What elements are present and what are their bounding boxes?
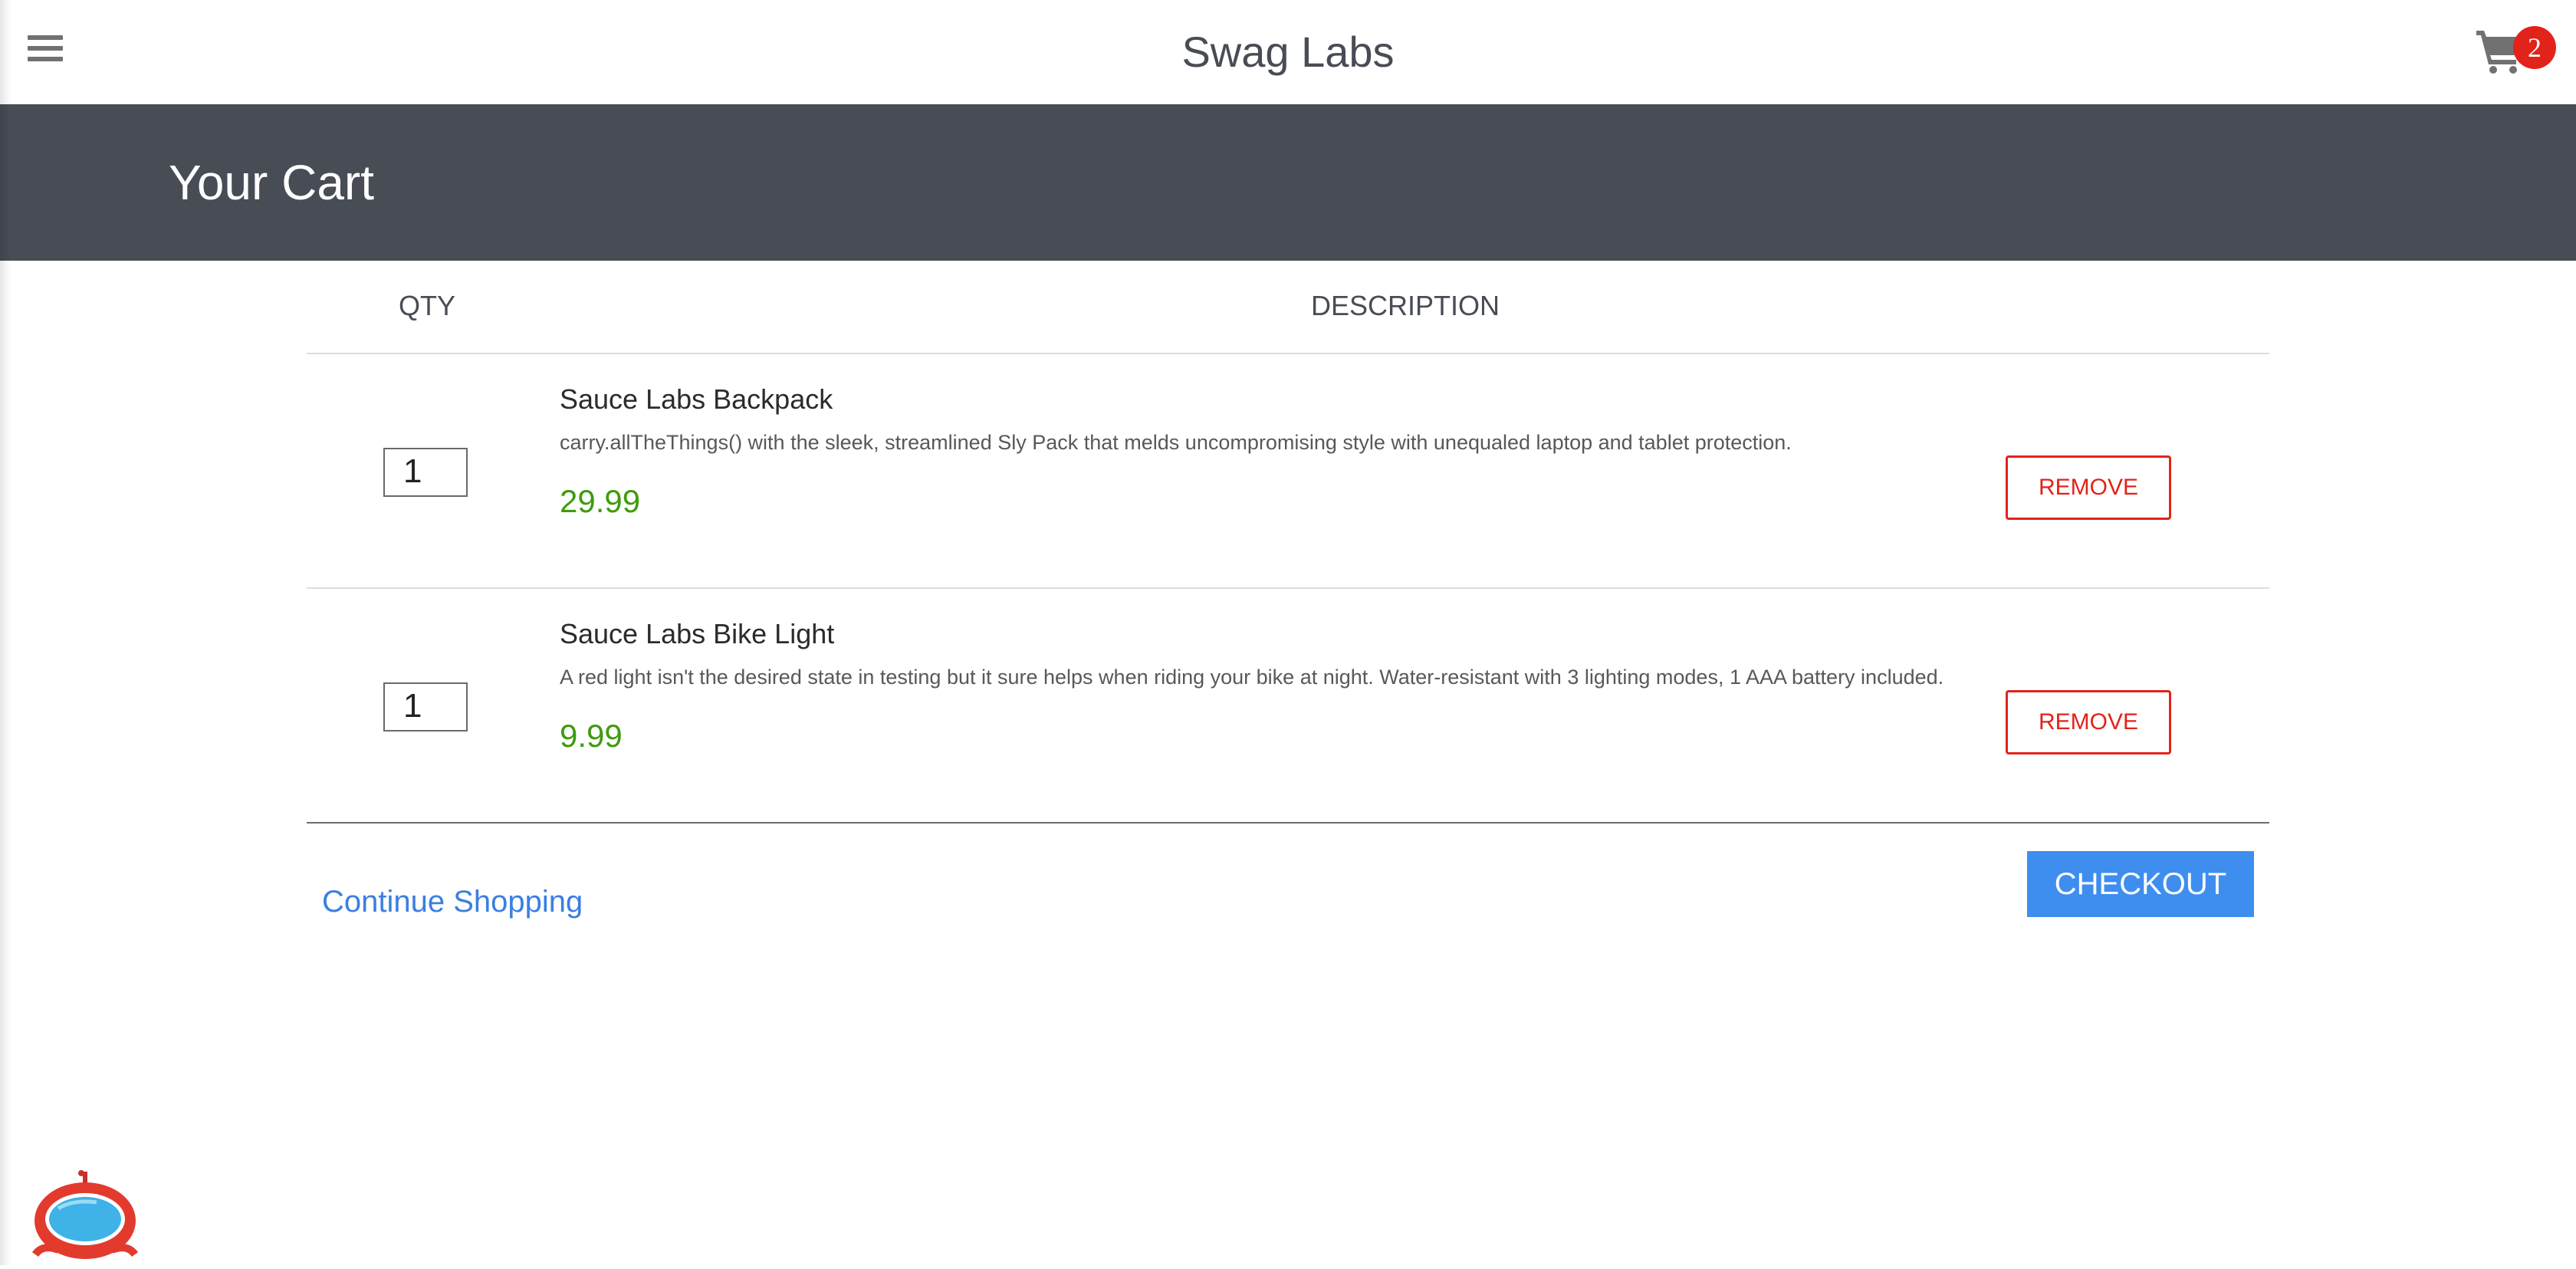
cart-badge: 2	[2513, 26, 2556, 69]
checkout-button[interactable]: CHECKOUT	[2027, 851, 2254, 917]
item-price: 9.99	[560, 718, 623, 754]
item-price: 29.99	[560, 483, 641, 519]
item-quantity: 1	[383, 448, 468, 497]
secondary-header: Your Cart	[0, 104, 2576, 261]
page-title: Your Cart	[169, 155, 374, 210]
cart-list: QTY DESCRIPTION 1 Sauce Labs Backpack ca…	[307, 261, 2269, 931]
description-column-label: DESCRIPTION	[1311, 290, 1500, 321]
page-edge-shadow	[0, 0, 11, 1265]
app-title: Swag Labs	[1181, 28, 1395, 76]
cart-item: 1 Sauce Labs Bike Light A red light isn'…	[307, 589, 2269, 824]
remove-button[interactable]: REMOVE	[2006, 455, 2171, 520]
item-description: A red light isn't the desired state in t…	[560, 666, 1944, 689]
continue-shopping-link[interactable]: Continue Shopping	[322, 885, 583, 919]
cart-list-header: QTY DESCRIPTION	[307, 261, 2269, 354]
item-name-link[interactable]: Sauce Labs Bike Light	[560, 618, 834, 650]
primary-header: Swag Labs 2	[0, 0, 2576, 104]
item-description: carry.allTheThings() with the sleek, str…	[560, 431, 1792, 454]
item-quantity: 1	[383, 682, 468, 731]
item-name-link[interactable]: Sauce Labs Backpack	[560, 383, 833, 416]
shopping-cart-link[interactable]: 2	[2475, 20, 2556, 81]
remove-button[interactable]: REMOVE	[2006, 690, 2171, 754]
robot-mascot-icon	[28, 1170, 143, 1265]
qty-column-label: QTY	[399, 290, 456, 321]
cart-footer: Continue Shopping CHECKOUT	[307, 824, 2269, 931]
cart-item: 1 Sauce Labs Backpack carry.allTheThings…	[307, 354, 2269, 589]
